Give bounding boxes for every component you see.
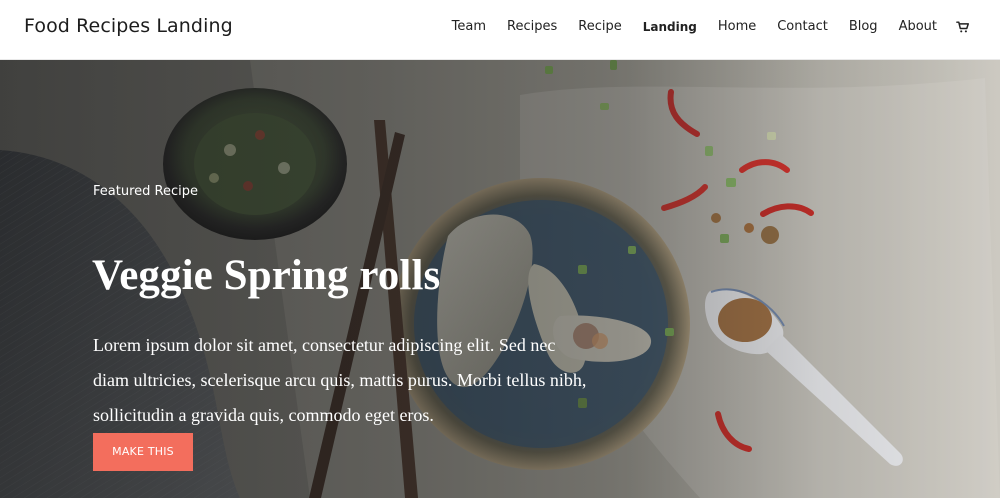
site-header: Food Recipes Landing Team Recipes Recipe… [0,0,1000,60]
cart-icon[interactable] [956,20,970,34]
hero-title: Veggie Spring rolls [92,251,441,299]
make-this-button[interactable]: MAKE THIS [93,433,193,471]
nav-blog[interactable]: Blog [849,18,878,36]
nav-contact[interactable]: Contact [777,18,828,36]
nav-home[interactable]: Home [718,18,756,36]
nav-landing[interactable]: Landing [643,18,697,36]
nav-team[interactable]: Team [452,18,486,36]
featured-recipe-label: Featured Recipe [93,184,198,199]
nav-recipe[interactable]: Recipe [578,18,621,36]
nav-recipes[interactable]: Recipes [507,18,557,36]
main-nav: Team Recipes Recipe Landing Home Contact… [452,18,970,36]
site-title[interactable]: Food Recipes Landing [24,14,233,38]
hero-section: Featured Recipe Veggie Spring rolls Lore… [0,60,1000,498]
nav-about[interactable]: About [899,18,937,36]
hero-description: Lorem ipsum dolor sit amet, consectetur … [93,335,587,425]
